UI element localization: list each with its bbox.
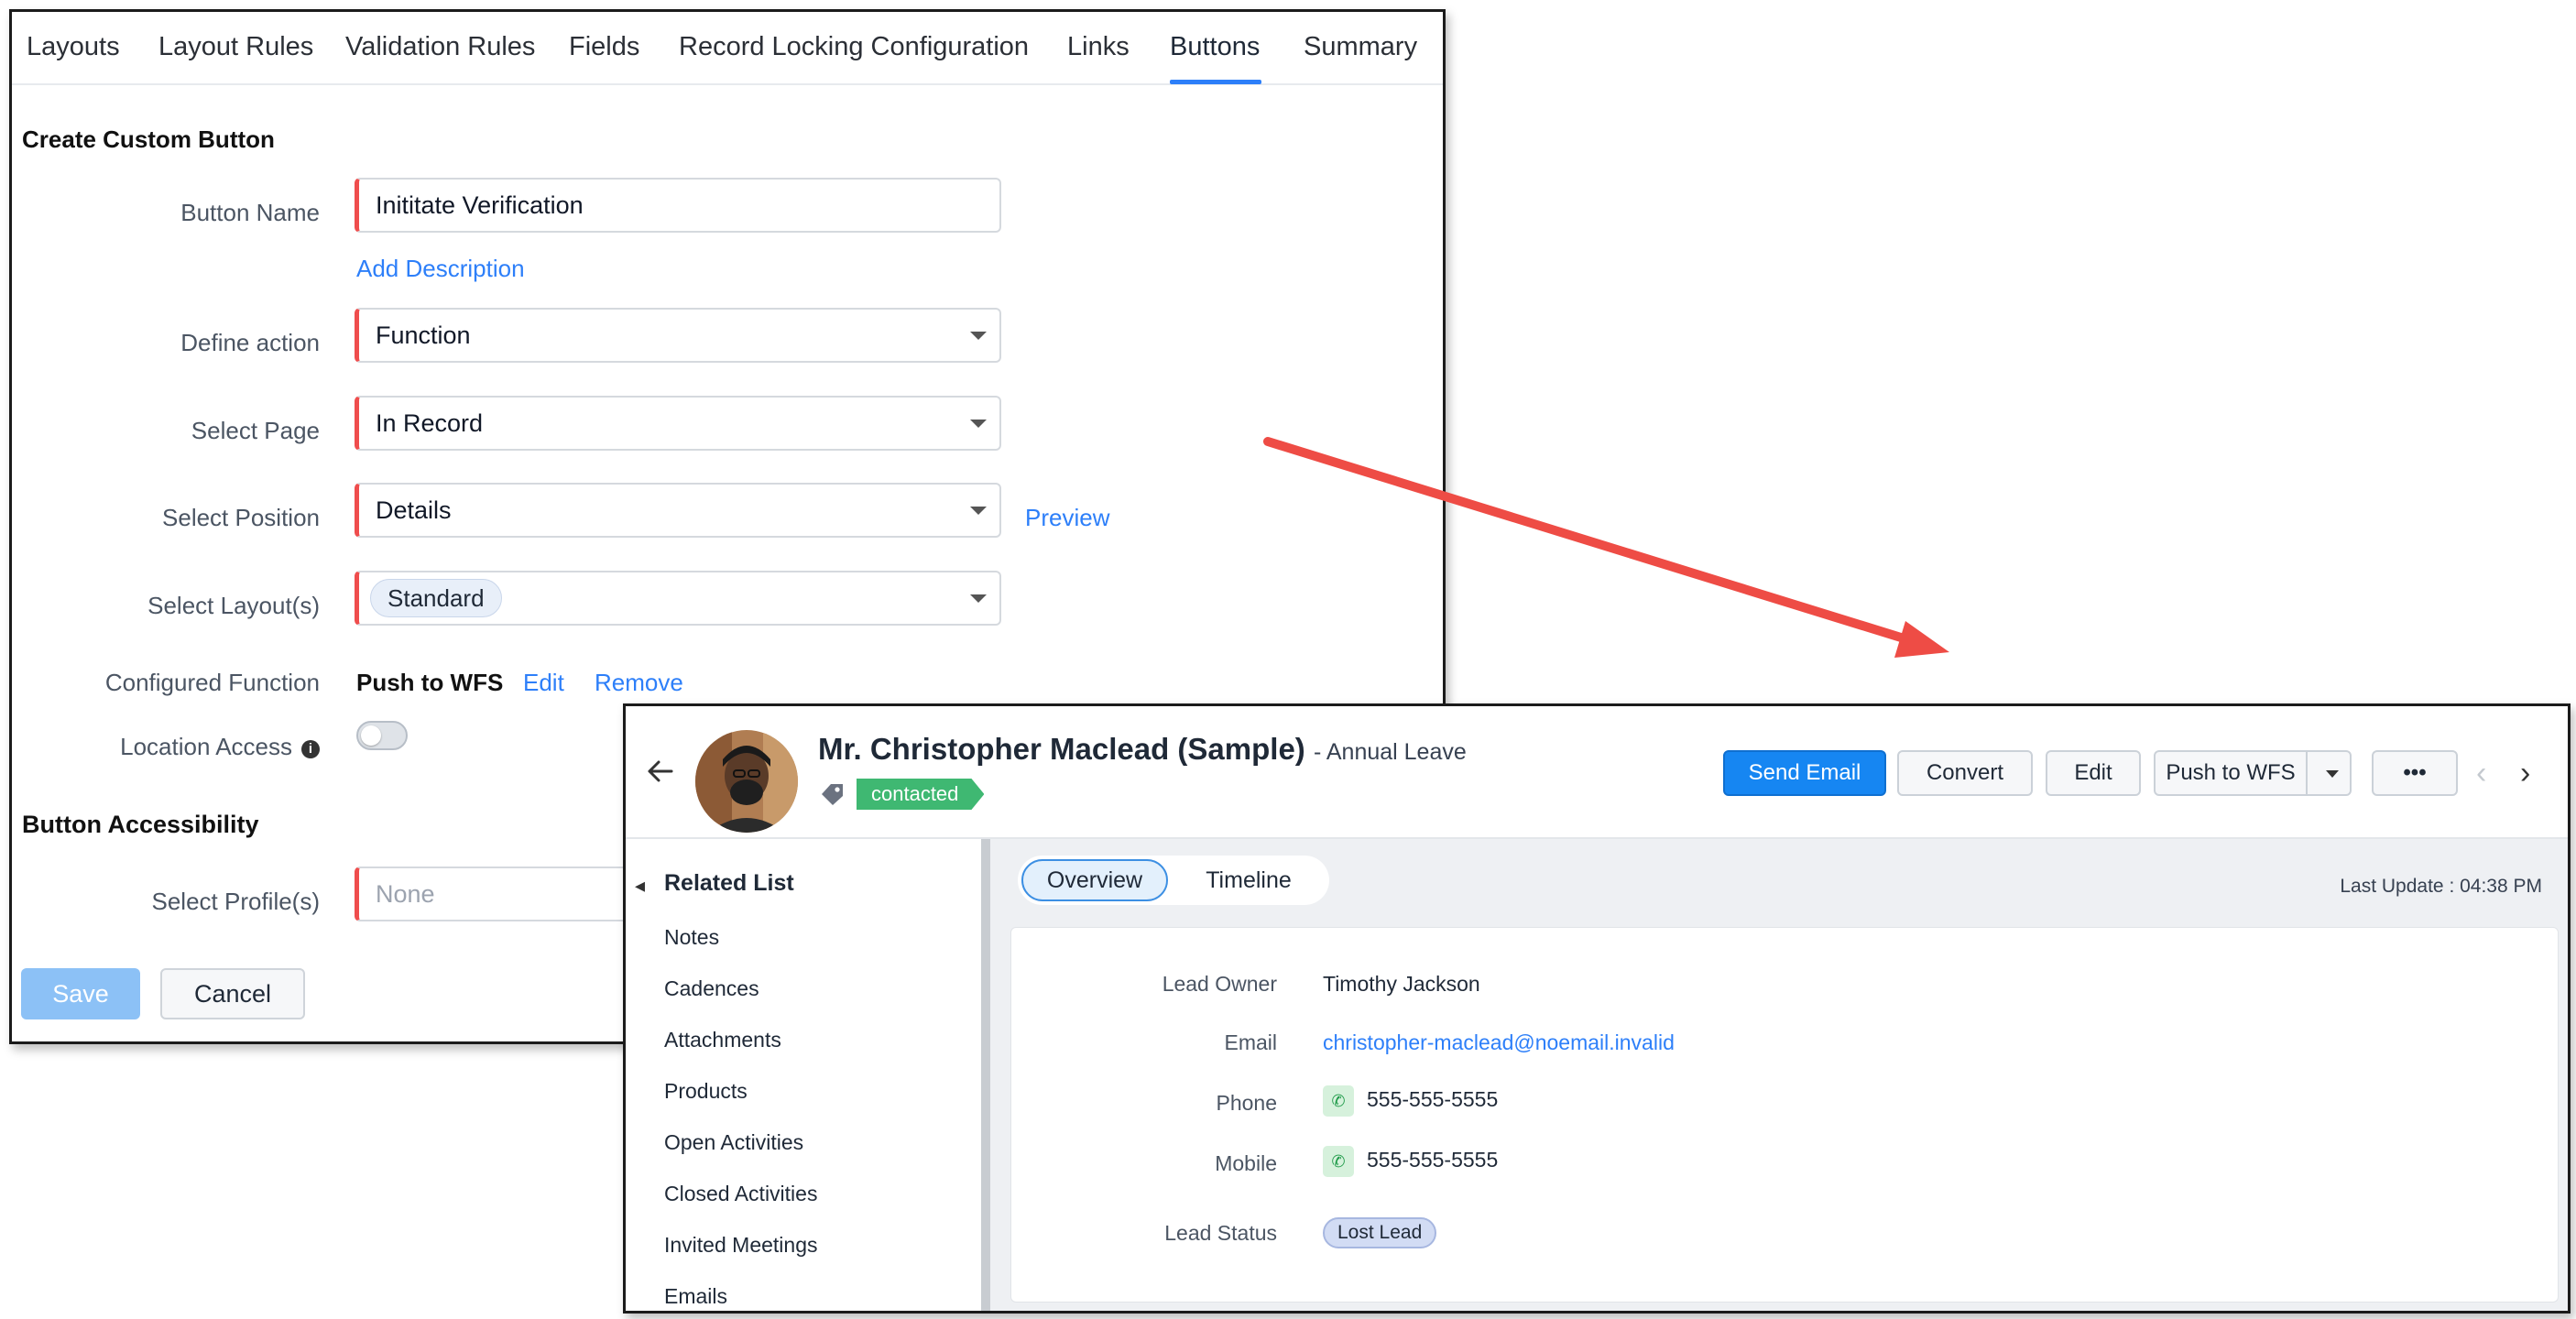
record-title: Mr. Christopher Maclead (Sample) - Annua… [818,732,1467,767]
sidebar-item-products[interactable]: Products [664,1079,748,1104]
details-card: Lead Owner Timothy Jackson Email christo… [1010,927,2559,1303]
mobile-value[interactable]: 555-555-5555 [1367,1148,1498,1172]
phone-label: Phone [1216,1091,1277,1115]
sidebar-item-attachments[interactable]: Attachments [664,1028,781,1052]
sidebar-item-emails[interactable]: Emails [664,1284,727,1309]
tag-icon[interactable] [820,781,846,807]
sidebar-item-invited-meetings[interactable]: Invited Meetings [664,1233,817,1258]
lead-owner-label: Lead Owner [1162,972,1277,996]
chevron-down-icon [2326,770,2339,778]
record-content: Overview Timeline Last Update : 04:38 PM… [990,839,2568,1311]
next-record-icon[interactable]: › [2520,758,2530,789]
phone-row: ✆ 555-555-5555 [1323,1085,1498,1117]
lead-status-label: Lead Status [1164,1221,1277,1245]
tab-timeline[interactable]: Timeline [1184,859,1313,901]
collapse-sidebar-icon[interactable]: ◂ [635,874,645,898]
arrow-shaft [1263,437,1917,646]
mobile-label: Mobile [1215,1151,1277,1175]
arrow-head [1894,621,1949,658]
push-to-wfs-button[interactable]: Push to WFS [2154,750,2308,796]
push-to-wfs-dropdown[interactable] [2306,750,2352,796]
last-update: Last Update : 04:38 PM [2340,876,2542,897]
status-tag[interactable]: contacted [857,779,985,810]
related-list-title: Related List [664,870,794,896]
sidebar-item-cadences[interactable]: Cadences [664,976,759,1001]
send-email-button[interactable]: Send Email [1723,750,1886,796]
view-toggle: Overview Timeline [1018,856,1329,905]
phone-icon[interactable]: ✆ [1323,1146,1354,1177]
record-subtitle: - Annual Leave [1313,739,1467,765]
back-arrow-icon[interactable] [646,758,673,785]
lead-owner-value[interactable]: Timothy Jackson [1323,972,1480,997]
sidebar-item-closed-activities[interactable]: Closed Activities [664,1182,817,1206]
sidebar-item-open-activities[interactable]: Open Activities [664,1130,803,1155]
more-actions-button[interactable]: ••• [2372,750,2458,796]
record-name: Mr. Christopher Maclead (Sample) [818,732,1305,766]
sidebar-item-notes[interactable]: Notes [664,925,719,950]
convert-button[interactable]: Convert [1897,750,2033,796]
mobile-row: ✆ 555-555-5555 [1323,1146,1498,1177]
lead-status-badge[interactable]: Lost Lead [1323,1217,1437,1248]
record-header: Mr. Christopher Maclead (Sample) - Annua… [626,706,2568,839]
lead-record-panel: Mr. Christopher Maclead (Sample) - Annua… [623,703,2571,1314]
phone-icon[interactable]: ✆ [1323,1085,1354,1117]
related-list-sidebar: ◂ Related List Notes Cadences Attachment… [626,839,990,1311]
phone-value[interactable]: 555-555-5555 [1367,1087,1498,1111]
avatar [695,730,798,833]
tab-overview[interactable]: Overview [1021,859,1168,901]
previous-record-icon[interactable]: ‹ [2476,758,2486,789]
edit-button[interactable]: Edit [2046,750,2141,796]
email-label: Email [1224,1030,1277,1054]
email-value[interactable]: christopher-maclead@noemail.invalid [1323,1030,1675,1055]
